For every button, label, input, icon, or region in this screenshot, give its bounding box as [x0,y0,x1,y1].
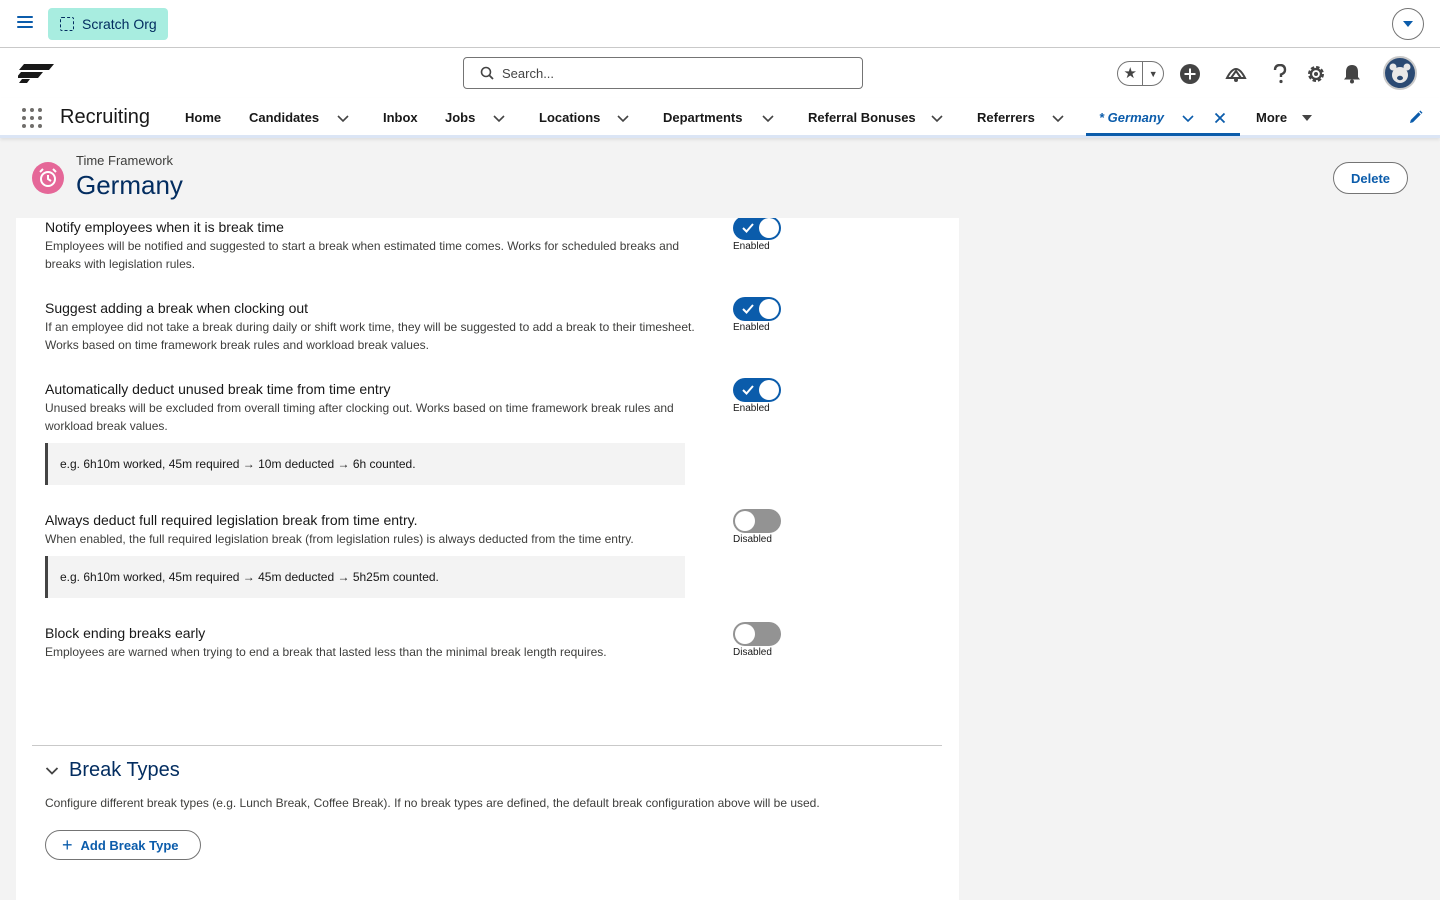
settings-card: Notify employees when it is break time E… [16,218,959,900]
example-callout: e.g. 6h10m worked, 45m required → 10m de… [45,443,685,485]
record-object-type: Time Framework [76,153,174,168]
org-dropdown-button[interactable] [1392,8,1424,40]
nav-tab-candidates[interactable]: Candidates [249,98,319,136]
nav-tab-label[interactable]: Home [185,110,221,125]
nav-tab-germany[interactable]: * Germany [1099,98,1164,136]
scratch-org-badge[interactable]: Scratch Org [48,8,168,40]
page-title: Germany [76,170,183,200]
check-icon [742,223,754,233]
nav-tab-departments[interactable]: Departments [663,98,742,136]
nav-tab-label[interactable]: Locations [539,110,600,125]
toggle-state-label: Enabled [733,241,770,252]
nav-tab-home[interactable]: Home [185,98,221,136]
check-icon [742,304,754,314]
search-placeholder: Search... [502,65,555,81]
close-tab-icon[interactable] [1214,112,1226,124]
nav-tab-label[interactable]: More [1256,110,1287,125]
section-divider [32,745,942,746]
toggle-state-label: Enabled [733,322,770,333]
edit-nav-pencil-icon[interactable] [1408,110,1423,125]
chevron-down-icon[interactable] [617,112,629,124]
nav-tab-referral-bonuses[interactable]: Referral Bonuses [808,98,916,136]
nav-tab-label[interactable]: Candidates [249,110,319,125]
chevron-down-icon[interactable] [931,112,943,124]
add-icon: + [62,835,73,855]
trailhead-icon[interactable] [1224,62,1248,86]
time-framework-record-icon [32,162,64,194]
caret-down-icon[interactable] [1301,112,1313,124]
setting-description: Employees are warned when trying to end … [45,645,607,659]
user-avatar[interactable] [1383,56,1417,90]
setting-title: Block ending breaks early [45,625,206,641]
scratch-org-label: Scratch Org [82,16,157,32]
app-logo[interactable] [16,62,54,89]
setting-title: Always deduct full required legislation … [45,512,418,528]
setting-description: Unused breaks will be excluded from over… [45,401,674,433]
block-early-end-toggle[interactable] [733,622,781,646]
setting-description: Employees will be notified and suggested… [45,239,680,271]
chevron-down-icon [1403,21,1413,27]
star-icon[interactable]: ★ [1118,62,1144,85]
add-icon[interactable] [1178,62,1202,86]
menu-icon[interactable] [17,16,33,30]
notify-break-toggle[interactable] [733,218,781,240]
setting-auto-deduct-unused-break: Automatically deduct unused break time f… [45,380,695,435]
break-types-title[interactable]: Break Types [69,759,180,782]
favorites-button[interactable]: ★ ▼ [1117,61,1164,86]
app-navigation-bar: Recruiting Home Candidates Inbox Jobs Lo… [0,98,1440,138]
chevron-down-icon[interactable] [493,112,505,124]
help-icon[interactable] [1268,62,1292,86]
always-deduct-toggle[interactable] [733,509,781,533]
nav-tab-inbox[interactable]: Inbox [383,98,418,136]
nav-tab-label[interactable]: Departments [663,110,742,125]
nav-tab-label[interactable]: Jobs [445,110,475,125]
setup-gear-icon[interactable] [1304,62,1328,86]
chevron-down-icon[interactable] [45,764,59,778]
toggle-state-label: Disabled [733,647,772,658]
nav-tab-label[interactable]: Referrers [977,110,1035,125]
example-callout: e.g. 6h10m worked, 45m required → 45m de… [45,556,685,598]
notifications-bell-icon[interactable] [1340,62,1364,86]
chevron-down-icon[interactable] [337,112,349,124]
setting-block-ending-breaks-early: Block ending breaks early Employees are … [45,624,695,661]
setting-description: If an employee did not take a break duri… [45,320,695,352]
favorites-dropdown-icon[interactable]: ▼ [1143,69,1163,79]
scratch-org-icon [60,17,74,31]
search-icon [480,66,494,80]
setting-description: When enabled, the full required legislat… [45,532,634,546]
toggle-state-label: Enabled [733,403,770,414]
nav-tab-locations[interactable]: Locations [539,98,600,136]
global-topbar: Scratch Org [0,0,1440,48]
chevron-down-icon[interactable] [1052,112,1064,124]
setting-suggest-break-clock-out: Suggest adding a break when clocking out… [45,299,695,354]
chevron-down-icon[interactable] [1182,112,1194,124]
suggest-break-toggle[interactable] [733,297,781,321]
nav-tab-label[interactable]: * Germany [1099,110,1164,125]
app-name: Recruiting [60,106,151,128]
global-search-input[interactable]: Search... [463,57,863,89]
add-break-type-label: Add Break Type [80,837,179,853]
nav-tab-jobs[interactable]: Jobs [445,98,475,136]
active-tab-indicator [1086,133,1240,136]
setting-title: Automatically deduct unused break time f… [45,381,391,397]
nav-tab-label[interactable]: Referral Bonuses [808,110,916,125]
delete-button[interactable]: Delete [1333,162,1408,194]
setting-always-deduct-legislation-break: Always deduct full required legislation … [45,511,695,548]
break-types-description: Configure different break types (e.g. Lu… [45,796,820,810]
nav-tab-referrers[interactable]: Referrers [977,98,1035,136]
nav-tab-more[interactable]: More [1256,98,1287,136]
setting-title: Notify employees when it is break time [45,219,284,235]
nav-tab-label[interactable]: Inbox [383,110,418,125]
app-launcher-icon[interactable] [22,108,42,128]
auto-deduct-toggle[interactable] [733,378,781,402]
add-break-type-button[interactable]: + Add Break Type [45,830,201,860]
check-icon [742,385,754,395]
chevron-down-icon[interactable] [762,112,774,124]
setting-title: Suggest adding a break when clocking out [45,300,309,316]
toggle-state-label: Disabled [733,534,772,545]
setting-notify-break-time: Notify employees when it is break time E… [45,218,695,273]
